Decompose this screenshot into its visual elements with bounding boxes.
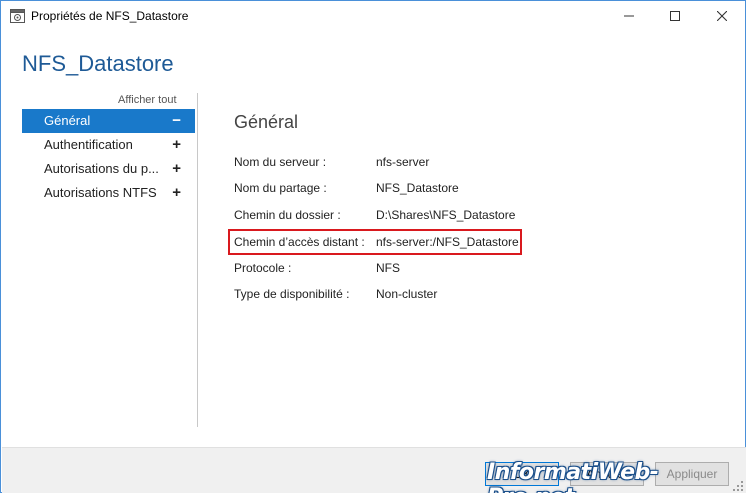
maximize-icon [670, 11, 680, 21]
show-all-link[interactable]: Afficher tout [118, 94, 177, 106]
expand-icon: + [172, 160, 181, 177]
close-button[interactable] [699, 1, 745, 31]
minimize-button[interactable] [606, 1, 652, 31]
nav-item-label: Autorisations NTFS [44, 185, 157, 200]
property-label: Chemin du dossier : [234, 208, 341, 222]
minimize-icon [624, 15, 634, 17]
share-properties-icon [10, 9, 25, 23]
collapse-icon: − [172, 112, 181, 129]
nav-item-general[interactable]: Général − [22, 109, 195, 133]
close-icon [717, 11, 727, 21]
watermark: InformatiWeb-Pro.net [487, 460, 659, 493]
property-label: Nom du partage : [234, 181, 327, 195]
property-value: D:\Shares\NFS_Datastore [376, 208, 516, 222]
property-label: Type de disponibilité : [234, 287, 350, 301]
remote-path-highlight [228, 229, 522, 255]
property-label: Nom du serveur : [234, 155, 327, 169]
expand-icon: + [172, 136, 181, 153]
maximize-button[interactable] [652, 1, 698, 31]
nav-item-ntfs-permissions[interactable]: Autorisations NTFS + [22, 181, 195, 205]
section-title: Général [234, 112, 299, 132]
nav-divider [197, 93, 198, 427]
nav-item-label: Authentification [44, 137, 133, 152]
window-title: Propriétés de NFS_Datastore [31, 9, 189, 23]
nav-item-label: Autorisations du p... [44, 161, 159, 176]
property-value: NFS [376, 261, 400, 275]
dialog-title: NFS_Datastore [22, 51, 174, 76]
nav-item-label: Général [44, 113, 91, 128]
resize-grip-icon[interactable] [732, 480, 744, 492]
title-bar[interactable]: Propriétés de NFS_Datastore [1, 1, 745, 31]
section-nav: Général − Authentification + Autorisatio… [22, 109, 195, 205]
property-value: Non-cluster [376, 287, 438, 301]
properties-window: Propriétés de NFS_Datastore NFS_Datastor… [0, 0, 746, 493]
nav-item-authentication[interactable]: Authentification + [22, 133, 195, 157]
property-value: NFS_Datastore [376, 181, 459, 195]
nav-item-share-permissions[interactable]: Autorisations du p... + [22, 157, 195, 181]
property-label: Protocole : [234, 261, 292, 275]
expand-icon: + [172, 184, 181, 201]
property-value: nfs-server [376, 155, 430, 169]
